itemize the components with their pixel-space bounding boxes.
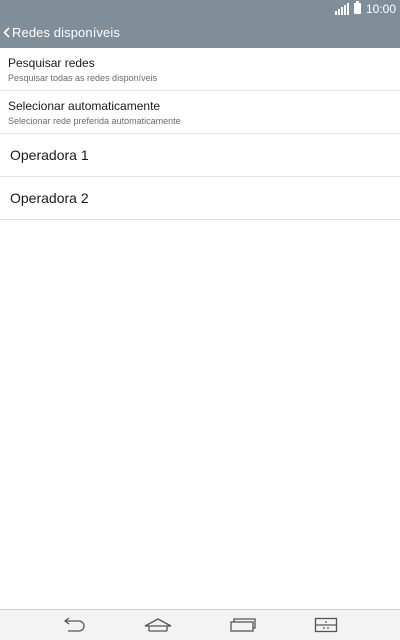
list-item-search-networks[interactable]: Pesquisar redes Pesquisar todas as redes… [0, 48, 400, 91]
settings-list: Pesquisar redes Pesquisar todas as redes… [0, 48, 400, 220]
chevron-left-icon[interactable] [1, 26, 12, 40]
list-item-operator-1[interactable]: Operadora 1 [0, 134, 400, 177]
recent-apps-icon[interactable] [228, 615, 258, 635]
dual-window-icon[interactable] [311, 615, 341, 635]
home-icon[interactable] [143, 615, 173, 635]
list-item-select-automatically[interactable]: Selecionar automaticamente Selecionar re… [0, 91, 400, 134]
list-item-title: Pesquisar redes [8, 56, 95, 70]
status-clock: 10:00 [365, 1, 396, 16]
battery-icon [353, 1, 361, 14]
navigation-bar [0, 609, 400, 640]
list-item-title: Selecionar automaticamente [8, 99, 161, 113]
action-bar: Redes disponíveis [0, 17, 400, 48]
list-item-title: Operadora 2 [10, 190, 89, 206]
list-item-operator-2[interactable]: Operadora 2 [0, 177, 400, 220]
list-item-subtitle: Selecionar rede preferida automaticament… [8, 116, 181, 126]
page-title[interactable]: Redes disponíveis [12, 25, 120, 40]
status-bar: 10:00 [0, 0, 400, 17]
list-item-title: Operadora 1 [10, 147, 89, 163]
status-icons: 10:00 [334, 1, 396, 16]
back-icon[interactable] [59, 615, 89, 635]
signal-icon [334, 2, 349, 15]
screen: 10:00 Redes disponíveis Pesquisar redes … [0, 0, 400, 640]
list-item-subtitle: Pesquisar todas as redes disponíveis [8, 73, 158, 83]
